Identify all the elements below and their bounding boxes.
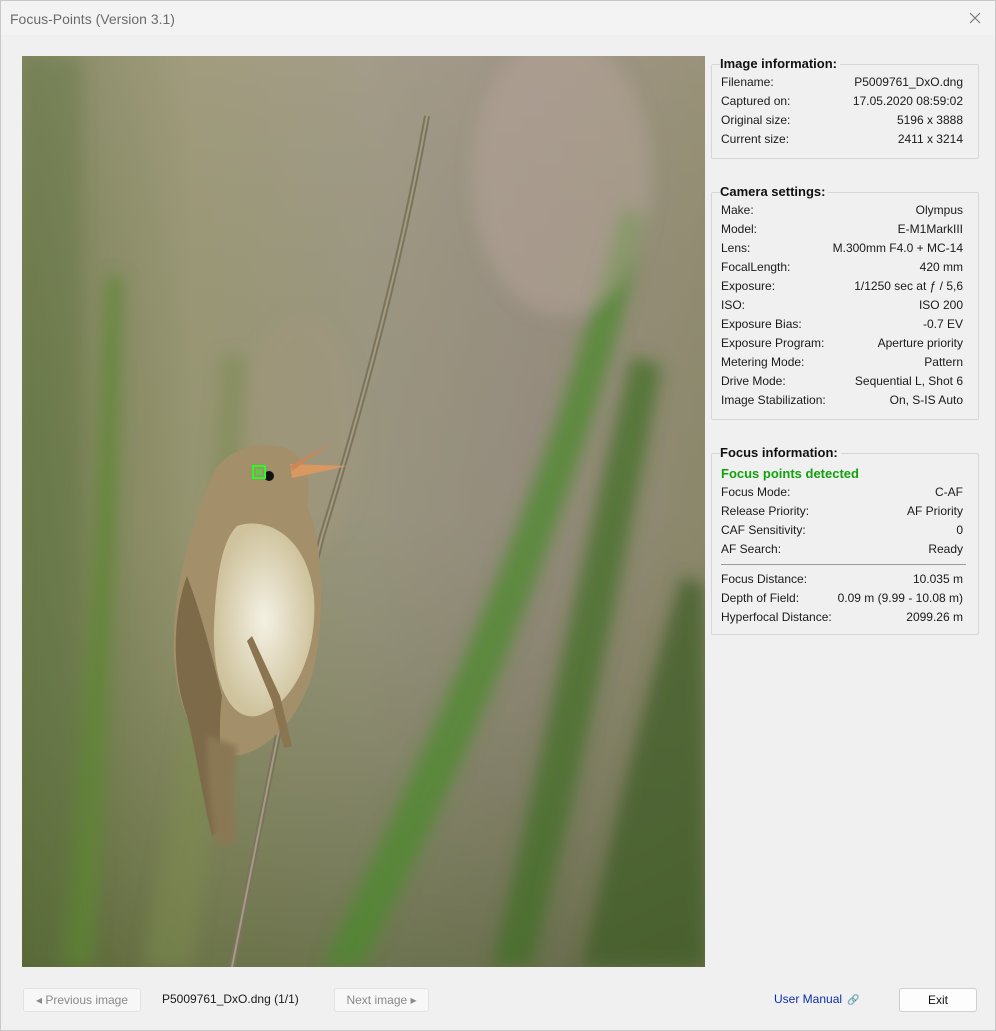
info-value: -0.7 EV <box>922 317 963 331</box>
info-value: E-M1MarkIII <box>897 222 963 236</box>
info-label: AF Search: <box>721 542 782 556</box>
info-label: Release Priority: <box>721 504 810 518</box>
info-row: Make: Olympus <box>712 201 978 220</box>
info-row: Hyperfocal Distance: 2099.26 m <box>712 608 978 627</box>
info-value: On, S-IS Auto <box>889 393 963 407</box>
next-image-button[interactable]: Next image ▸ <box>334 988 429 1012</box>
window-title: Focus-Points (Version 3.1) <box>10 11 175 27</box>
info-label: Metering Mode: <box>721 355 805 369</box>
info-label: Current size: <box>721 132 790 146</box>
info-label: Focus Mode: <box>721 485 791 499</box>
camera-settings-heading: Camera settings: <box>720 184 829 199</box>
info-value: 10.035 m <box>912 572 963 586</box>
info-value: 2411 x 3214 <box>897 132 963 146</box>
camera-settings-rows: Make: Olympus Model: E-M1MarkIII Lens: M.300m… <box>712 193 978 410</box>
info-value: P5009761_DxO.dng <box>854 75 963 89</box>
info-value: ISO 200 <box>918 298 963 312</box>
info-value: Ready <box>928 542 963 556</box>
info-row: Lens: M.300mm F4.0 + MC-14 <box>712 239 978 258</box>
focus-status: Focus points detected <box>721 466 859 481</box>
info-row: Original size: 5196 x 3888 <box>712 111 978 130</box>
user-manual-link[interactable]: User Manual 🔗 <box>774 991 859 1009</box>
info-label: Model: <box>721 222 758 236</box>
info-label: Original size: <box>721 113 791 127</box>
close-icon[interactable] <box>961 5 989 31</box>
info-row: FocalLength: 420 mm <box>712 258 978 277</box>
info-label: ISO: <box>721 298 746 312</box>
info-label: Focus Distance: <box>721 572 808 586</box>
camera-settings-group: Camera settings: Make: Olympus Model: E-M1M… <box>711 184 979 420</box>
info-value: M.300mm F4.0 + MC-14 <box>832 241 963 255</box>
image-information-rows: Filename: P5009761_DxO.dng Captured on: 17.… <box>712 65 978 149</box>
info-value: 5196 x 3888 <box>896 113 963 127</box>
title-bar: Focus-Points (Version 3.1) <box>1 1 995 35</box>
info-value: 1/1250 sec at ƒ / 5,6 <box>854 279 963 293</box>
info-value: 17.05.2020 08:59:02 <box>852 94 963 108</box>
photo-preview <box>22 56 705 967</box>
info-value: 2099.26 m <box>906 610 963 624</box>
info-label: Hyperfocal Distance: <box>721 610 832 624</box>
focus-information-rows: Focus Mode: C-AF Release Priority: AF Prior… <box>712 483 978 559</box>
info-row: CAF Sensitivity: 0 <box>712 521 978 540</box>
info-label: Lens: <box>721 241 751 255</box>
focus-points-window: Focus-Points (Version 3.1) Image informa… <box>0 0 996 1031</box>
info-value: C-AF <box>935 485 963 499</box>
info-label: Depth of Field: <box>721 591 800 605</box>
image-information-heading: Image information: <box>720 56 841 71</box>
info-label: CAF Sensitivity: <box>721 523 806 537</box>
separator <box>721 564 966 565</box>
info-label: FocalLength: <box>721 260 791 274</box>
info-row: Model: E-M1MarkIII <box>712 220 978 239</box>
info-label: Exposure Bias: <box>721 317 802 331</box>
info-label: Captured on: <box>721 94 791 108</box>
info-row: Depth of Field: 0.09 m (9.99 - 10.08 m) <box>712 589 978 608</box>
info-row: Exposure Program: Aperture priority <box>712 334 978 353</box>
link-icon: 🔗 <box>847 995 860 1006</box>
info-value: 0.09 m (9.99 - 10.08 m) <box>837 591 963 605</box>
current-file-label: P5009761_DxO.dng (1/1) <box>162 992 299 1006</box>
info-value: Olympus <box>915 203 963 217</box>
info-row: Exposure Bias: -0.7 EV <box>712 315 978 334</box>
info-row: Image Stabilization: On, S-IS Auto <box>712 391 978 410</box>
info-value: Sequential L, Shot 6 <box>854 374 963 388</box>
info-label: Make: <box>721 203 754 217</box>
previous-image-button[interactable]: ◂ Previous image <box>23 988 141 1012</box>
info-value: Pattern <box>924 355 963 369</box>
info-label: Exposure: <box>721 279 776 293</box>
info-row: Current size: 2411 x 3214 <box>712 130 978 149</box>
info-row: Focus Distance: 10.035 m <box>712 570 978 589</box>
focus-information-group: Focus information: Focus points detected… <box>711 445 979 635</box>
info-value: 0 <box>956 523 963 537</box>
info-row: Captured on: 17.05.2020 08:59:02 <box>712 92 978 111</box>
info-label: Image Stabilization: <box>721 393 826 407</box>
focus-information-heading: Focus information: <box>720 445 841 460</box>
info-label: Drive Mode: <box>721 374 786 388</box>
info-label: Filename: <box>721 75 774 89</box>
info-row: Focus Mode: C-AF <box>712 483 978 502</box>
info-row: Drive Mode: Sequential L, Shot 6 <box>712 372 978 391</box>
info-row: Filename: P5009761_DxO.dng <box>712 73 978 92</box>
info-row: AF Search: Ready <box>712 540 978 559</box>
info-row: Exposure: 1/1250 sec at ƒ / 5,6 <box>712 277 978 296</box>
info-row: ISO: ISO 200 <box>712 296 978 315</box>
exit-button[interactable]: Exit <box>899 988 977 1012</box>
info-value: Aperture priority <box>877 336 963 350</box>
info-row: Metering Mode: Pattern <box>712 353 978 372</box>
user-manual-label[interactable]: User Manual <box>774 992 842 1006</box>
focus-distance-rows: Focus Distance: 10.035 m Depth of Field: 0.… <box>712 570 978 627</box>
info-value: AF Priority <box>906 504 963 518</box>
image-information-group: Image information: Filename: P5009761_DxO… <box>711 56 979 159</box>
info-row: Release Priority: AF Priority <box>712 502 978 521</box>
info-label: Exposure Program: <box>721 336 825 350</box>
info-value: 420 mm <box>919 260 963 274</box>
